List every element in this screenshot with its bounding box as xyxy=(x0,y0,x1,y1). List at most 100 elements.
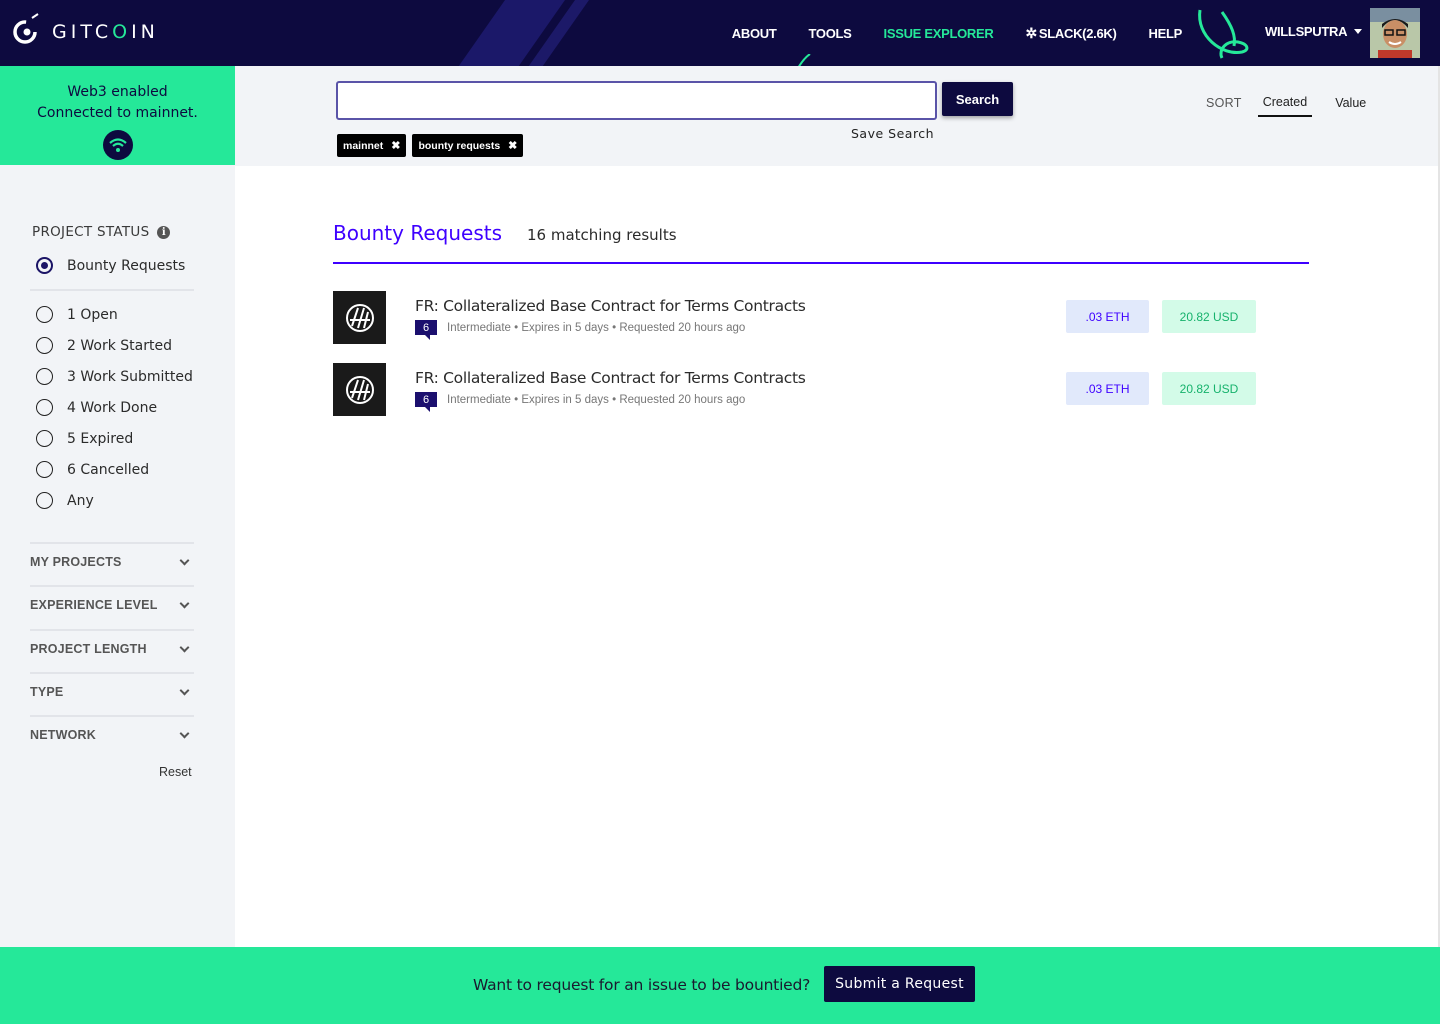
status-label: 6 Cancelled xyxy=(67,461,150,478)
filter-experience-level[interactable]: EXPERIENCE LEVEL xyxy=(30,598,194,612)
eth-value-badge: .03 ETH xyxy=(1066,372,1149,405)
status-radio-cancelled[interactable]: 6 Cancelled xyxy=(36,461,149,478)
project-logo-icon xyxy=(333,363,386,416)
divider xyxy=(30,289,194,291)
usd-value-badge: 20.82 USD xyxy=(1162,300,1256,333)
avatar-image xyxy=(1370,8,1420,58)
radio-icon xyxy=(36,399,53,416)
status-label: 5 Expired xyxy=(67,430,134,447)
radio-icon xyxy=(36,430,53,447)
radio-icon xyxy=(36,461,53,478)
filter-label: PROJECT LENGTH xyxy=(30,642,147,656)
radio-checked-icon xyxy=(36,257,53,274)
nav-about[interactable]: ABOUT xyxy=(732,26,777,41)
bounty-meta: 6 Intermediate • Expires in 5 days • Req… xyxy=(415,320,746,340)
status-radio-bounty-requests[interactable]: Bounty Requests xyxy=(36,257,185,274)
sort-option-created[interactable]: Created xyxy=(1257,95,1313,117)
sort-label: SORT xyxy=(1206,96,1242,110)
filter-network[interactable]: NETWORK xyxy=(30,728,194,742)
eth-value-badge: .03 ETH xyxy=(1066,300,1149,333)
web3-status-panel: Web3 enabled Connected to mainnet. xyxy=(0,66,235,165)
divider xyxy=(30,542,194,544)
save-search-link[interactable]: Save Search xyxy=(851,126,934,141)
status-radio-work-started[interactable]: 2 Work Started xyxy=(36,337,172,354)
bounty-title[interactable]: FR: Collateralized Base Contract for Ter… xyxy=(415,369,806,387)
filter-label: EXPERIENCE LEVEL xyxy=(30,598,158,612)
chevron-down-icon xyxy=(179,685,190,695)
avatar[interactable] xyxy=(1370,8,1420,58)
radio-icon xyxy=(36,492,53,509)
submit-request-button[interactable]: Submit a Request xyxy=(824,966,975,1002)
caret-down-icon xyxy=(1354,29,1363,34)
project-status-label: PROJECT STATUS xyxy=(32,224,150,240)
status-radio-expired[interactable]: 5 Expired xyxy=(36,430,133,447)
filter-chip-bounty-requests[interactable]: bounty requests ✖ xyxy=(412,134,524,157)
close-icon[interactable]: ✖ xyxy=(391,139,400,152)
gitcoin-logo-icon xyxy=(13,13,39,44)
filter-chip-mainnet[interactable]: mainnet ✖ xyxy=(337,134,407,157)
filter-label: MY PROJECTS xyxy=(30,555,122,569)
slack-icon: ✲ xyxy=(1025,24,1037,41)
divider xyxy=(30,629,194,631)
search-bar-area: Search Save Search mainnet ✖ bounty reque… xyxy=(235,66,1438,166)
filter-sidebar: Web3 enabled Connected to mainnet. PROJE… xyxy=(0,66,235,947)
search-button[interactable]: Search xyxy=(942,82,1013,116)
active-filter-chips: mainnet ✖ bounty requests ✖ xyxy=(337,134,524,157)
chevron-down-icon xyxy=(179,598,190,608)
nav-slack[interactable]: ✲ SLACK(2.6K) xyxy=(1025,25,1116,42)
chevron-down-icon xyxy=(179,642,190,652)
request-footer-banner: Want to request for an issue to be bount… xyxy=(0,947,1440,1024)
bounty-details: Intermediate • Expires in 5 days • Reque… xyxy=(447,393,746,406)
search-input[interactable] xyxy=(336,81,937,120)
status-label: 1 Open xyxy=(67,306,118,323)
comment-count-badge[interactable]: 6 xyxy=(415,320,437,340)
bounty-row[interactable]: FR: Collateralized Base Contract for Ter… xyxy=(333,363,1308,417)
divider xyxy=(30,715,194,717)
username: WILLSPUTRA xyxy=(1265,24,1348,39)
nav-slack-label: SLACK(2.6K) xyxy=(1038,25,1117,41)
main-nav: ABOUT TOOLS ISSUE EXPLORER ✲ SLACK(2.6K) … xyxy=(732,24,1183,42)
chevron-down-icon xyxy=(179,555,190,565)
bounty-meta: 6 Intermediate • Expires in 5 days • Req… xyxy=(415,392,746,412)
web3-network-line: Connected to mainnet. xyxy=(37,105,198,121)
sort-option-value[interactable]: Value xyxy=(1330,96,1371,116)
top-navbar: GITCOIN ABOUT TOOLS ISSUE EXPLORER ✲ SLAC… xyxy=(0,0,1440,66)
filter-my-projects[interactable]: MY PROJECTS xyxy=(30,555,194,569)
usd-value-badge: 20.82 USD xyxy=(1162,372,1256,405)
close-icon[interactable]: ✖ xyxy=(508,139,517,152)
status-radio-work-done[interactable]: 4 Work Done xyxy=(36,399,157,416)
nav-issue-explorer[interactable]: ISSUE EXPLORER xyxy=(884,26,994,41)
bounty-row[interactable]: FR: Collateralized Base Contract for Ter… xyxy=(333,291,1308,345)
results-heading: Bounty Requests 16 matching results xyxy=(333,221,677,245)
nav-help[interactable]: HELP xyxy=(1149,26,1183,41)
nav-tools[interactable]: TOOLS xyxy=(808,26,851,41)
project-status-heading: PROJECT STATUS i xyxy=(32,224,171,240)
heading-underline xyxy=(333,262,1309,264)
comment-count-badge[interactable]: 6 xyxy=(415,392,437,412)
status-label: 2 Work Started xyxy=(67,337,172,354)
status-label: 4 Work Done xyxy=(67,399,158,416)
footer-prompt: Want to request for an issue to be bount… xyxy=(473,976,811,994)
logo-wordmark: GITCOIN xyxy=(52,21,159,43)
project-logo-icon xyxy=(333,291,386,344)
web3-status-line: Web3 enabled xyxy=(67,84,168,100)
status-radio-any[interactable]: Any xyxy=(36,492,94,509)
status-label: 3 Work Submitted xyxy=(67,368,193,385)
filter-project-length[interactable]: PROJECT LENGTH xyxy=(30,642,194,656)
reset-filters-link[interactable]: Reset xyxy=(159,765,192,779)
radio-icon xyxy=(36,368,53,385)
header-decoration xyxy=(798,54,811,66)
user-menu[interactable]: WILLSPUTRA xyxy=(1265,24,1363,39)
status-radio-work-submitted[interactable]: 3 Work Submitted xyxy=(36,368,193,385)
status-label: Any xyxy=(67,492,94,509)
filter-label: TYPE xyxy=(30,685,64,699)
bounty-details: Intermediate • Expires in 5 days • Reque… xyxy=(447,321,746,334)
info-icon[interactable]: i xyxy=(157,225,171,239)
gitcoin-logo[interactable]: GITCOIN xyxy=(12,12,159,46)
sort-control: SORT Created Value xyxy=(1206,92,1389,117)
status-radio-open[interactable]: 1 Open xyxy=(36,306,118,323)
bounty-title[interactable]: FR: Collateralized Base Contract for Ter… xyxy=(415,297,806,315)
filter-type[interactable]: TYPE xyxy=(30,685,194,699)
filter-label: NETWORK xyxy=(30,728,96,742)
wifi-icon xyxy=(102,130,133,160)
